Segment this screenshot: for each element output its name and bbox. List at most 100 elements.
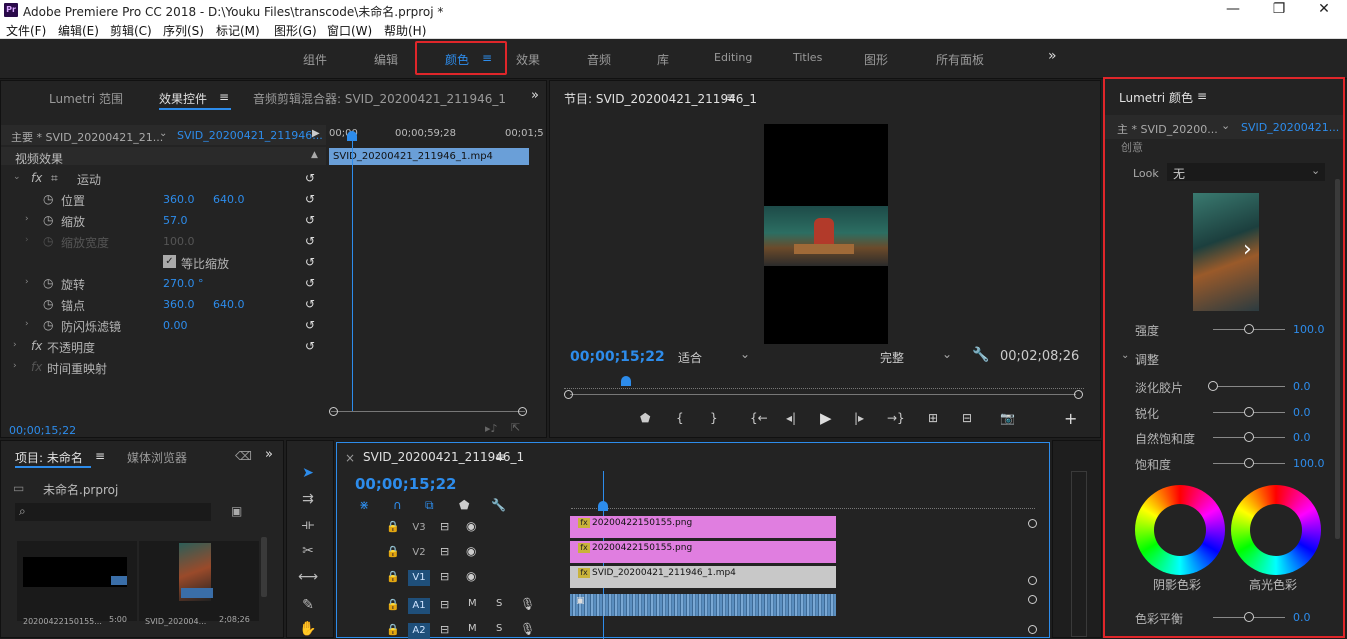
effect-row-position[interactable]: ◷ 位置 360.0 640.0 ↺ (1, 188, 321, 209)
program-timecode[interactable]: 00;00;15;22 (570, 349, 665, 365)
lumetri-menu-icon[interactable]: ≡ (1197, 89, 1207, 103)
pen-tool-icon[interactable]: ✎ (296, 594, 320, 616)
export-icon[interactable]: ⇱ (511, 421, 520, 434)
timeline-settings-wrench-icon[interactable]: 🔧 (491, 498, 506, 512)
reset-icon[interactable]: ↺ (305, 171, 315, 185)
track-label[interactable]: V3 (408, 520, 430, 536)
effect-row-scale[interactable]: › ◷ 缩放 57.0 ↺ (1, 209, 321, 230)
add-button-icon[interactable]: + (1064, 409, 1077, 428)
effect-row-anchor[interactable]: ◷ 锚点 360.0 640.0 ↺ (1, 293, 321, 314)
sync-lock-icon[interactable]: ⊟ (440, 623, 449, 636)
go-to-out-icon[interactable]: →} (887, 411, 905, 425)
monitor-time-ruler[interactable] (564, 383, 1084, 389)
menu-marker[interactable]: 标记(M) (216, 22, 260, 39)
clip-png-v3[interactable]: fx 20200422150155.png (570, 516, 836, 538)
intensity-slider-row[interactable]: 强度 100.0 (1105, 319, 1341, 339)
param-value[interactable]: 270.0 ° (163, 277, 204, 290)
lumetri-title[interactable]: Lumetri 颜色 (1119, 89, 1193, 106)
stopwatch-icon[interactable]: ◷ (43, 297, 53, 311)
go-to-in-icon[interactable]: {← (750, 411, 768, 425)
effect-row-rotation[interactable]: › ◷ 旋转 270.0 ° ↺ (1, 272, 321, 293)
lumetri-source[interactable]: 主 * SVID_20200... (1117, 121, 1218, 137)
reset-icon[interactable]: ↺ (305, 255, 315, 269)
project-item-video[interactable]: SVID_202004... 2;08;26 (139, 541, 259, 626)
scroll-handle[interactable] (1028, 519, 1037, 528)
lift-icon[interactable]: ⊞ (928, 411, 938, 425)
look-preview-thumbnail[interactable]: › (1193, 193, 1259, 311)
close-sequence-icon[interactable]: × (345, 451, 355, 465)
audio-clip-a1[interactable]: ▣ (570, 594, 836, 616)
reset-icon[interactable]: ↺ (305, 297, 315, 311)
effect-row-time-remap[interactable]: › fx 时间重映射 (1, 356, 321, 377)
project-item-png[interactable]: 20200422150155... 5:00 (17, 541, 137, 626)
effect-timecode[interactable]: 00;00;15;22 (9, 424, 76, 437)
slider-track[interactable] (1213, 386, 1285, 387)
effect-clip-bar[interactable]: SVID_20200421_211946_1.mp4 (329, 148, 529, 165)
fx-badge-icon[interactable]: fx (31, 339, 42, 353)
lock-icon[interactable]: 🔒 (386, 520, 400, 533)
collapse-up-icon[interactable]: ▲ (311, 150, 318, 160)
scroll-handle[interactable] (1028, 625, 1037, 634)
reset-icon[interactable]: ↺ (305, 339, 315, 353)
eye-icon[interactable]: ◉ (466, 544, 476, 558)
tab-media-browser[interactable]: 媒体浏览器 (127, 449, 187, 466)
playhead-marker[interactable] (347, 131, 357, 141)
zoom-handle-right[interactable] (1074, 390, 1083, 399)
next-look-icon[interactable]: › (1243, 237, 1252, 262)
stopwatch-icon[interactable]: ◷ (43, 318, 53, 332)
expand-arrow-icon[interactable]: › (25, 277, 29, 287)
look-dropdown[interactable]: 无 ⌄ (1167, 163, 1325, 181)
chevron-down-icon[interactable]: ⌄ (1221, 119, 1230, 132)
slider-knob[interactable] (1208, 381, 1218, 391)
monitor-zoom-bar[interactable] (570, 394, 1076, 395)
slider-value[interactable]: 0.0 (1293, 611, 1311, 624)
effect-controls-menu-icon[interactable]: ≡ (219, 90, 229, 104)
effect-row-opacity[interactable]: › fx 不透明度 ↺ (1, 335, 321, 356)
menu-graphics[interactable]: 图形(G) (274, 22, 317, 39)
track-label[interactable]: A2 (408, 623, 430, 639)
param-value[interactable]: 57.0 (163, 214, 188, 227)
creative-section-label[interactable]: 创意 (1121, 139, 1143, 155)
slider-value[interactable]: 0.0 (1293, 380, 1311, 393)
expand-arrow-icon[interactable]: › (25, 319, 29, 329)
add-marker-icon[interactable]: ⬟ (459, 498, 469, 512)
razor-tool-icon[interactable]: ✂ (296, 540, 320, 562)
tab-lumetri-scopes[interactable]: Lumetri 范围 (49, 90, 123, 107)
new-bin-icon[interactable]: ▣ (231, 504, 242, 518)
microphone-icon[interactable]: 🎙 (520, 597, 535, 611)
vibrance-slider-row[interactable]: 自然饱和度 0.0 (1105, 427, 1341, 447)
param-value-x[interactable]: 360.0 (163, 193, 195, 206)
fit-dropdown[interactable]: 适合 (678, 349, 702, 366)
slider-knob[interactable] (1244, 407, 1254, 417)
menu-sequence[interactable]: 序列(S) (163, 22, 204, 39)
clip-video-v1[interactable]: fx SVID_20200421_211946_1.mp4 (570, 566, 836, 588)
linked-selection-icon[interactable]: ⧉ (425, 498, 434, 513)
close-button[interactable]: ✕ (1301, 0, 1347, 20)
timeline-timecode[interactable]: 00;00;15;22 (355, 475, 457, 493)
eye-icon[interactable]: ◉ (466, 569, 476, 583)
zoom-scrollbar[interactable] (331, 411, 525, 412)
slider-value[interactable]: 100.0 (1293, 457, 1325, 470)
panel-expand-icon[interactable]: » (531, 88, 539, 103)
panel-expand-icon[interactable]: » (265, 447, 273, 462)
workspace-libraries[interactable]: 库 (657, 51, 669, 68)
solo-button[interactable]: S (496, 598, 502, 609)
track-label[interactable]: A1 (408, 598, 430, 614)
scroll-handle[interactable] (1028, 576, 1037, 585)
param-value[interactable]: 0.00 (163, 319, 188, 332)
workspace-all-panels[interactable]: 所有面板 (936, 51, 984, 68)
play-icon[interactable]: ▶ (820, 409, 832, 427)
lock-icon[interactable]: 🔒 (386, 598, 400, 611)
chevron-down-icon[interactable]: ⌄ (942, 347, 952, 361)
lumetri-scrollbar[interactable] (1335, 179, 1340, 539)
program-menu-icon[interactable]: ≡ (726, 90, 736, 104)
mark-in-icon[interactable]: { (676, 411, 684, 425)
lumetri-clip[interactable]: SVID_20200421... (1241, 121, 1339, 134)
slider-value[interactable]: 0.0 (1293, 406, 1311, 419)
saturation-slider-row[interactable]: 饱和度 100.0 (1105, 453, 1341, 473)
extract-icon[interactable]: ⊟ (962, 411, 972, 425)
camera-icon[interactable]: 📷 (1000, 411, 1015, 425)
project-search-input[interactable]: ⌕ (15, 503, 211, 521)
reset-icon[interactable]: ↺ (305, 318, 315, 332)
snap-icon[interactable]: ⋇ (359, 498, 369, 512)
